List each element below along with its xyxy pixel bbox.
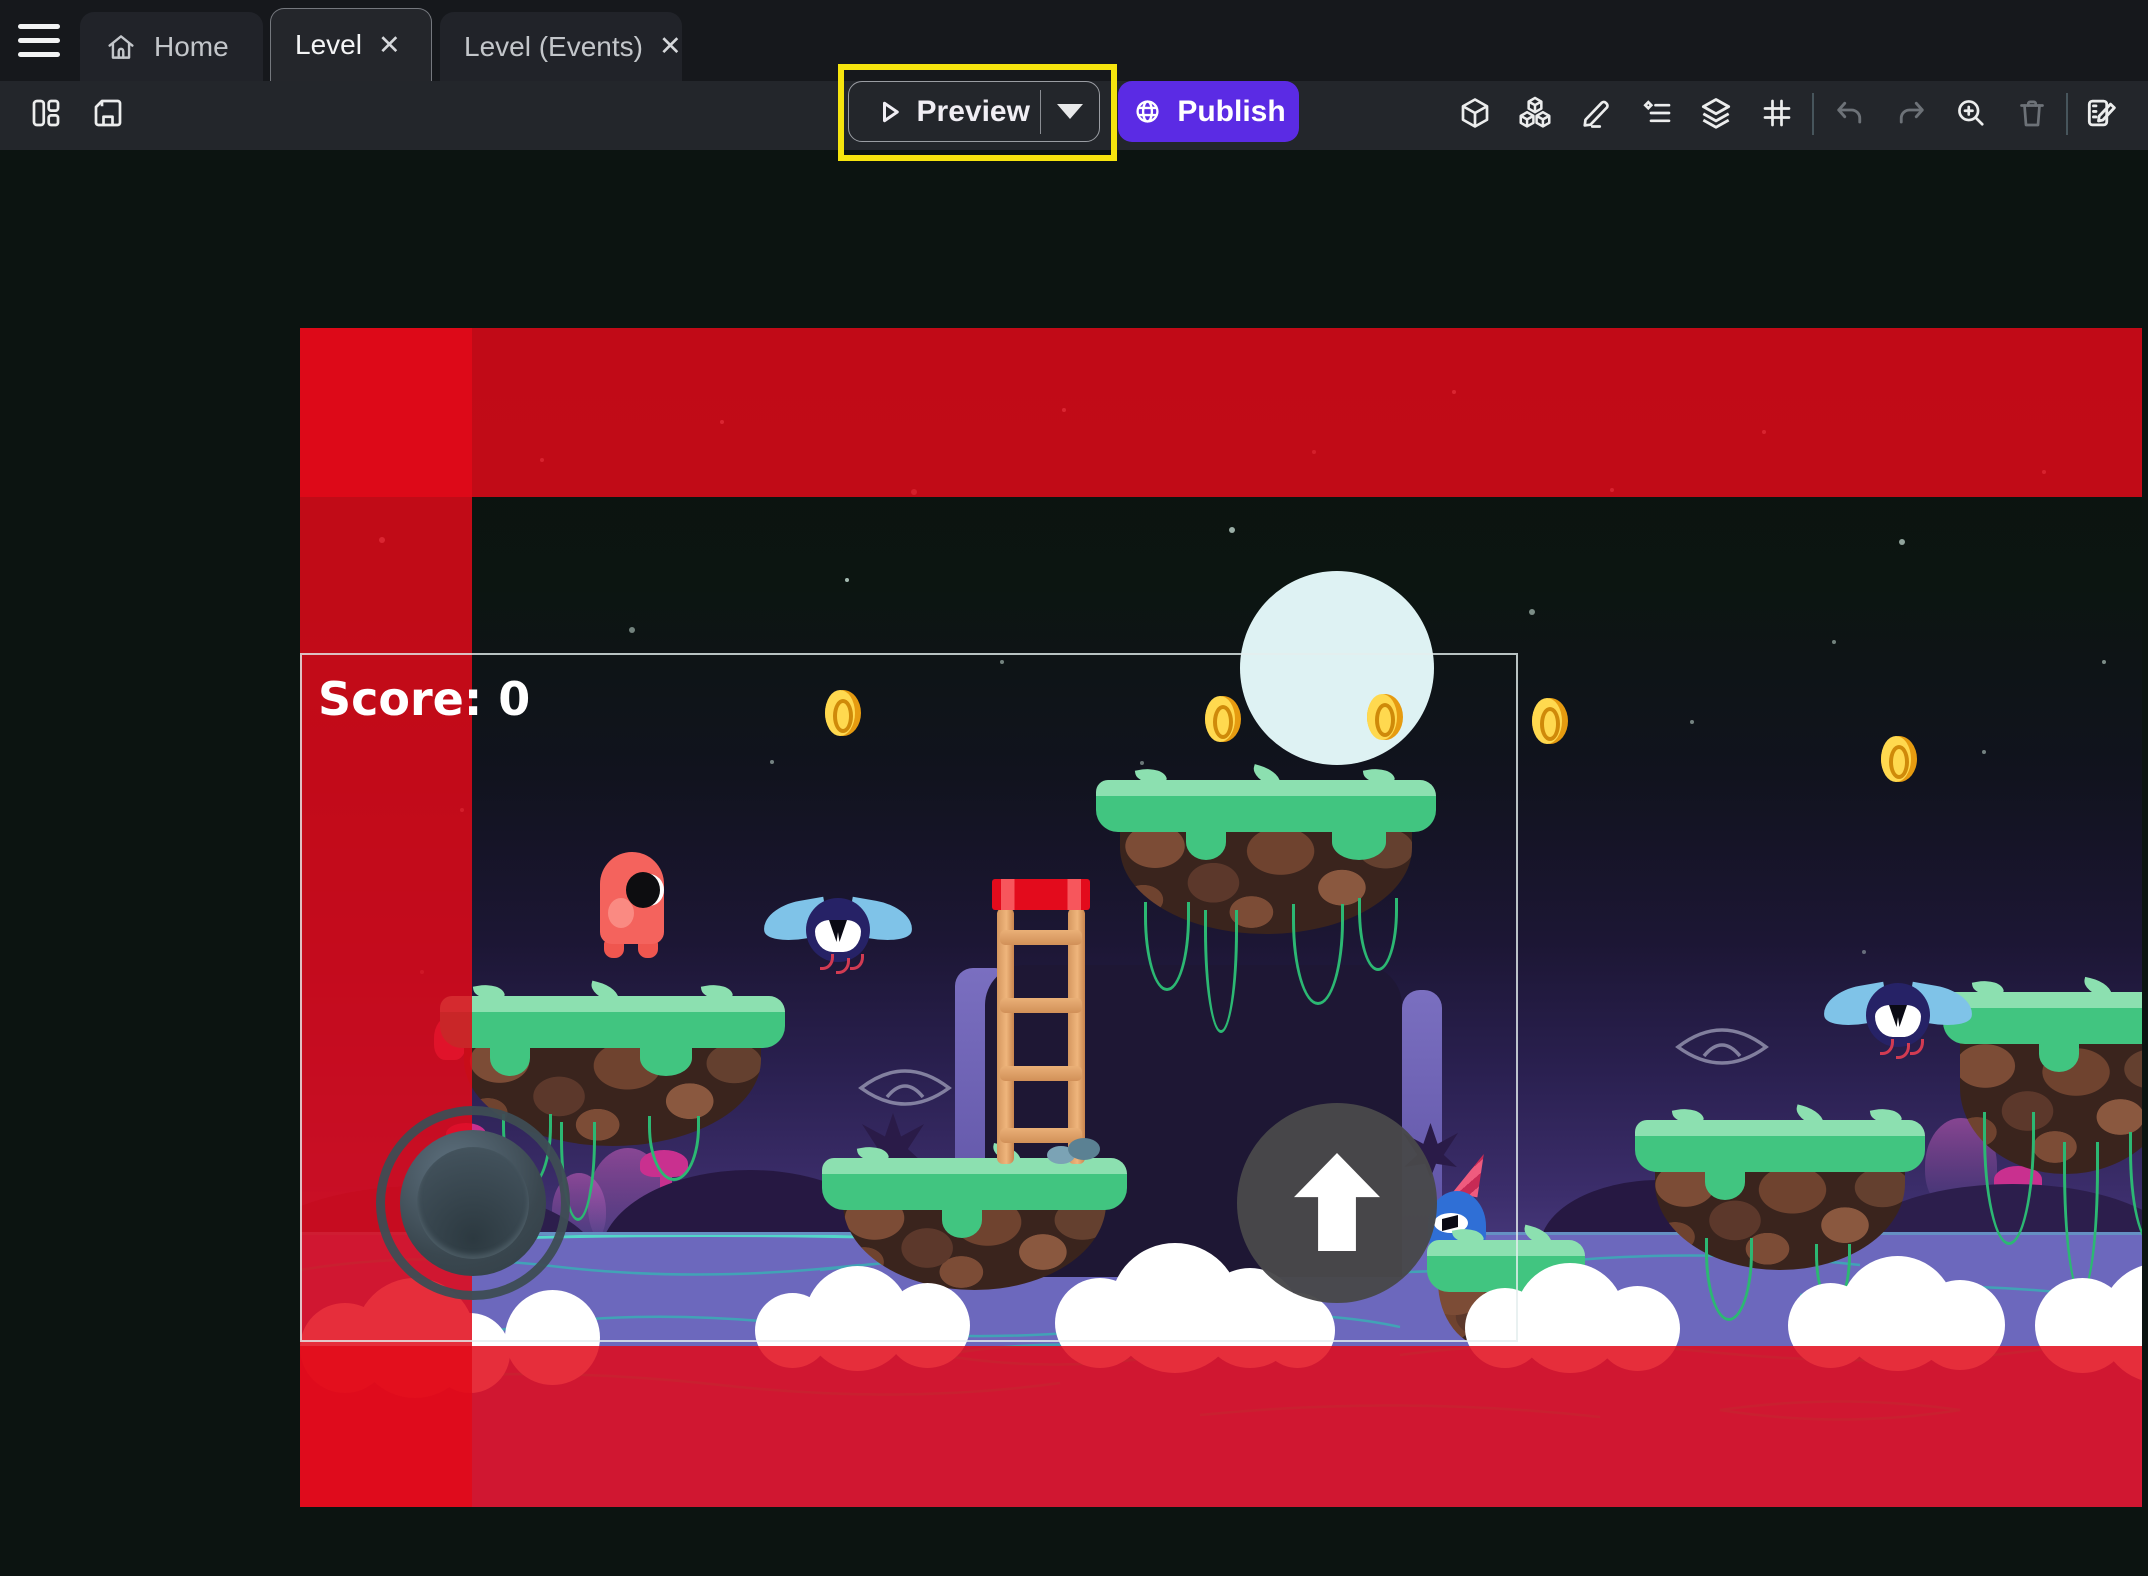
scene-canvas[interactable]: Score: 0 987;728 <box>0 150 2148 1576</box>
tab-level-close-icon[interactable]: ✕ <box>378 32 401 59</box>
home-icon <box>104 30 138 64</box>
edit-pencil-icon[interactable] <box>1576 93 1616 133</box>
jump-button[interactable] <box>1237 1103 1437 1303</box>
tab-home[interactable]: Home <box>80 12 263 81</box>
undo-icon[interactable] <box>1830 93 1870 133</box>
tab-level[interactable]: Level ✕ <box>270 8 432 81</box>
toolbar-divider <box>2066 93 2068 135</box>
up-arrow-icon <box>1294 1153 1380 1251</box>
redo-icon[interactable] <box>1891 93 1931 133</box>
save-icon[interactable] <box>88 93 128 133</box>
objects-group-icon[interactable] <box>1515 93 1555 133</box>
level-border-top[interactable] <box>300 328 2142 497</box>
publish-button-label: Publish <box>1177 95 1285 129</box>
game-editor-window: Home Level ✕ Level (Events) ✕ Preview <box>0 0 2148 1576</box>
tab-home-label: Home <box>154 31 229 63</box>
layers-icon[interactable] <box>1696 93 1736 133</box>
publish-button[interactable]: Publish <box>1118 81 1299 142</box>
toolbar-divider <box>1812 93 1814 135</box>
preview-button-label: Preview <box>907 95 1040 129</box>
eye-decoration <box>1674 1021 1770 1073</box>
tab-level-label: Level <box>295 29 362 61</box>
tab-level-events-label: Level (Events) <box>464 31 643 63</box>
instances-list-icon[interactable] <box>1637 93 1677 133</box>
enemy-bat[interactable] <box>1823 983 1973 1069</box>
play-icon <box>871 94 907 130</box>
joystick-knob[interactable] <box>417 1147 529 1259</box>
preview-split-divider <box>1040 90 1042 134</box>
level-border-bottom[interactable] <box>300 1346 2142 1507</box>
globe-icon <box>1131 95 1164 128</box>
zoom-in-icon[interactable] <box>1951 93 1991 133</box>
tab-level-events-close-icon[interactable]: ✕ <box>659 33 682 60</box>
preview-button[interactable]: Preview <box>848 81 1100 142</box>
delete-trash-icon[interactable] <box>2012 93 2052 133</box>
object-cube-icon[interactable] <box>1455 93 1495 133</box>
edit-scene-events-icon[interactable] <box>2082 93 2122 133</box>
grid-icon[interactable] <box>1757 93 1797 133</box>
coin-object[interactable] <box>1532 698 1568 744</box>
tab-bar: Home Level ✕ Level (Events) ✕ <box>0 0 2148 81</box>
menu-hamburger-icon[interactable] <box>18 24 62 57</box>
score-text-object[interactable]: Score: 0 <box>318 672 530 726</box>
preview-dropdown-caret-icon[interactable] <box>1057 104 1083 119</box>
coin-object[interactable] <box>1881 736 1917 782</box>
tab-level-events[interactable]: Level (Events) ✕ <box>440 12 682 81</box>
panel-layout-icon[interactable] <box>26 93 66 133</box>
